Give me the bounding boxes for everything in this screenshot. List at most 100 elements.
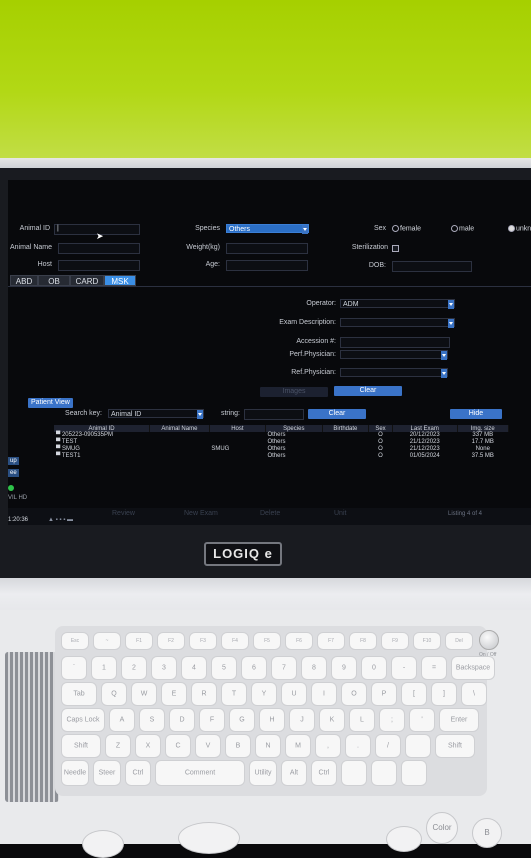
key-0[interactable]: 0 — [361, 656, 387, 680]
sidebar-item-up[interactable]: up — [8, 457, 19, 465]
unit-ghost-button[interactable]: Unit — [334, 510, 346, 518]
key-ctrl[interactable]: Ctrl — [125, 760, 151, 786]
key-v[interactable]: V — [195, 734, 221, 758]
tab-ob[interactable]: OB — [38, 275, 70, 286]
key--[interactable]: . — [345, 734, 371, 758]
tab-msk[interactable]: MSK — [104, 275, 136, 286]
key-6[interactable]: 6 — [241, 656, 267, 680]
key--[interactable]: ` — [61, 656, 87, 680]
key-j[interactable]: J — [289, 708, 315, 732]
tab-abd[interactable]: ABD — [10, 275, 38, 286]
key-utility[interactable]: Utility — [249, 760, 277, 786]
key-p[interactable]: P — [371, 682, 397, 706]
key--[interactable]: / — [375, 734, 401, 758]
key-u[interactable]: U — [281, 682, 307, 706]
tab-card[interactable]: CARD — [70, 275, 104, 286]
key--[interactable]: \ — [461, 682, 487, 706]
key-shift[interactable]: Shift — [435, 734, 475, 758]
key-f8[interactable]: F8 — [349, 632, 377, 650]
sterilization-checkbox[interactable] — [392, 245, 399, 252]
key-8[interactable]: 8 — [301, 656, 327, 680]
key--[interactable]: [ — [401, 682, 427, 706]
col-animal-name[interactable]: Animal Name — [149, 425, 210, 432]
sidebar-item-vil-hd[interactable]: VIL HD — [8, 494, 27, 502]
power-button[interactable] — [479, 630, 499, 650]
key--[interactable]: = — [421, 656, 447, 680]
key-t[interactable]: T — [221, 682, 247, 706]
patient-view-header[interactable]: Patient View — [28, 398, 73, 408]
col-img-size[interactable]: Img. size — [457, 425, 510, 432]
key-f5[interactable]: F5 — [253, 632, 281, 650]
col-sex[interactable]: Sex — [368, 425, 393, 432]
dob-input[interactable] — [392, 261, 472, 272]
key-f1[interactable]: F1 — [125, 632, 153, 650]
key-blank[interactable] — [341, 760, 367, 786]
key-steer[interactable]: Steer — [93, 760, 121, 786]
ref-physician-select[interactable] — [340, 368, 448, 378]
key-enter[interactable]: Enter — [439, 708, 479, 732]
key-blank[interactable] — [401, 760, 427, 786]
key-backspace[interactable]: Backspace — [451, 656, 495, 680]
table-row[interactable]: ▀ SMUG SMUG Others O 21/12/2023 None — [54, 446, 509, 453]
key-f4[interactable]: F4 — [221, 632, 249, 650]
key-f10[interactable]: F10 — [413, 632, 441, 650]
key--[interactable]: ' — [409, 708, 435, 732]
key-a[interactable]: A — [109, 708, 135, 732]
key-f6[interactable]: F6 — [285, 632, 313, 650]
search-clear-button[interactable]: Clear — [308, 409, 366, 419]
key-n[interactable]: N — [255, 734, 281, 758]
key-s[interactable]: S — [139, 708, 165, 732]
search-key-select[interactable]: Animal ID — [108, 409, 204, 419]
delete-ghost-button[interactable]: Delete — [260, 510, 280, 518]
key-w[interactable]: W — [131, 682, 157, 706]
color-button[interactable]: Color — [426, 812, 458, 844]
table-row[interactable]: ▀ TEST Others O 21/12/2023 17.7 MB — [54, 439, 509, 446]
key-r[interactable]: R — [191, 682, 217, 706]
key-4[interactable]: 4 — [181, 656, 207, 680]
key--[interactable]: ] — [431, 682, 457, 706]
key-g[interactable]: G — [229, 708, 255, 732]
sex-option-unknown[interactable]: unknow — [508, 225, 531, 233]
key-caps-lock[interactable]: Caps Lock — [61, 708, 105, 732]
species-select[interactable]: Others — [226, 224, 309, 234]
key-f7[interactable]: F7 — [317, 632, 345, 650]
key--[interactable]: ~ — [93, 632, 121, 650]
table-row[interactable]: ▀ 205223-090535PM Others O 20/12/2023 33… — [54, 432, 509, 439]
key-b[interactable]: B — [225, 734, 251, 758]
key-tab[interactable]: Tab — [61, 682, 97, 706]
key--[interactable]: , — [315, 734, 341, 758]
review-ghost-button[interactable]: Review — [112, 510, 135, 518]
key-m[interactable]: M — [285, 734, 311, 758]
operator-select[interactable]: ADM — [340, 299, 455, 309]
key-y[interactable]: Y — [251, 682, 277, 706]
table-row[interactable]: ▀ TEST1 Others O 01/05/2024 37.5 MB — [54, 453, 509, 460]
col-species[interactable]: Species — [265, 425, 323, 432]
trackball-control[interactable] — [178, 822, 240, 854]
exam-clear-button[interactable]: Clear — [334, 386, 402, 396]
sex-option-male[interactable]: male — [451, 225, 474, 233]
key-x[interactable]: X — [135, 734, 161, 758]
animal-name-input[interactable] — [58, 243, 140, 254]
key-3[interactable]: 3 — [151, 656, 177, 680]
images-button[interactable]: Images — [260, 387, 328, 397]
key-f3[interactable]: F3 — [189, 632, 217, 650]
key-del[interactable]: Del — [445, 632, 473, 650]
key-i[interactable]: I — [311, 682, 337, 706]
key-f9[interactable]: F9 — [381, 632, 409, 650]
key-shift[interactable]: Shift — [61, 734, 101, 758]
key-e[interactable]: E — [161, 682, 187, 706]
key-esc[interactable]: Esc — [61, 632, 89, 650]
col-animal-id[interactable]: Animal ID — [54, 425, 151, 432]
col-host[interactable]: Host — [209, 425, 266, 432]
weight-input[interactable] — [226, 243, 308, 254]
key-k[interactable]: K — [319, 708, 345, 732]
accession-input[interactable] — [340, 337, 450, 348]
key--[interactable]: ; — [379, 708, 405, 732]
control-knob[interactable] — [82, 830, 124, 858]
key-q[interactable]: Q — [101, 682, 127, 706]
hide-button[interactable]: Hide — [450, 409, 502, 419]
key-ctrl[interactable]: Ctrl — [311, 760, 337, 786]
key-1[interactable]: 1 — [91, 656, 117, 680]
key-blank[interactable] — [405, 734, 431, 758]
key-7[interactable]: 7 — [271, 656, 297, 680]
